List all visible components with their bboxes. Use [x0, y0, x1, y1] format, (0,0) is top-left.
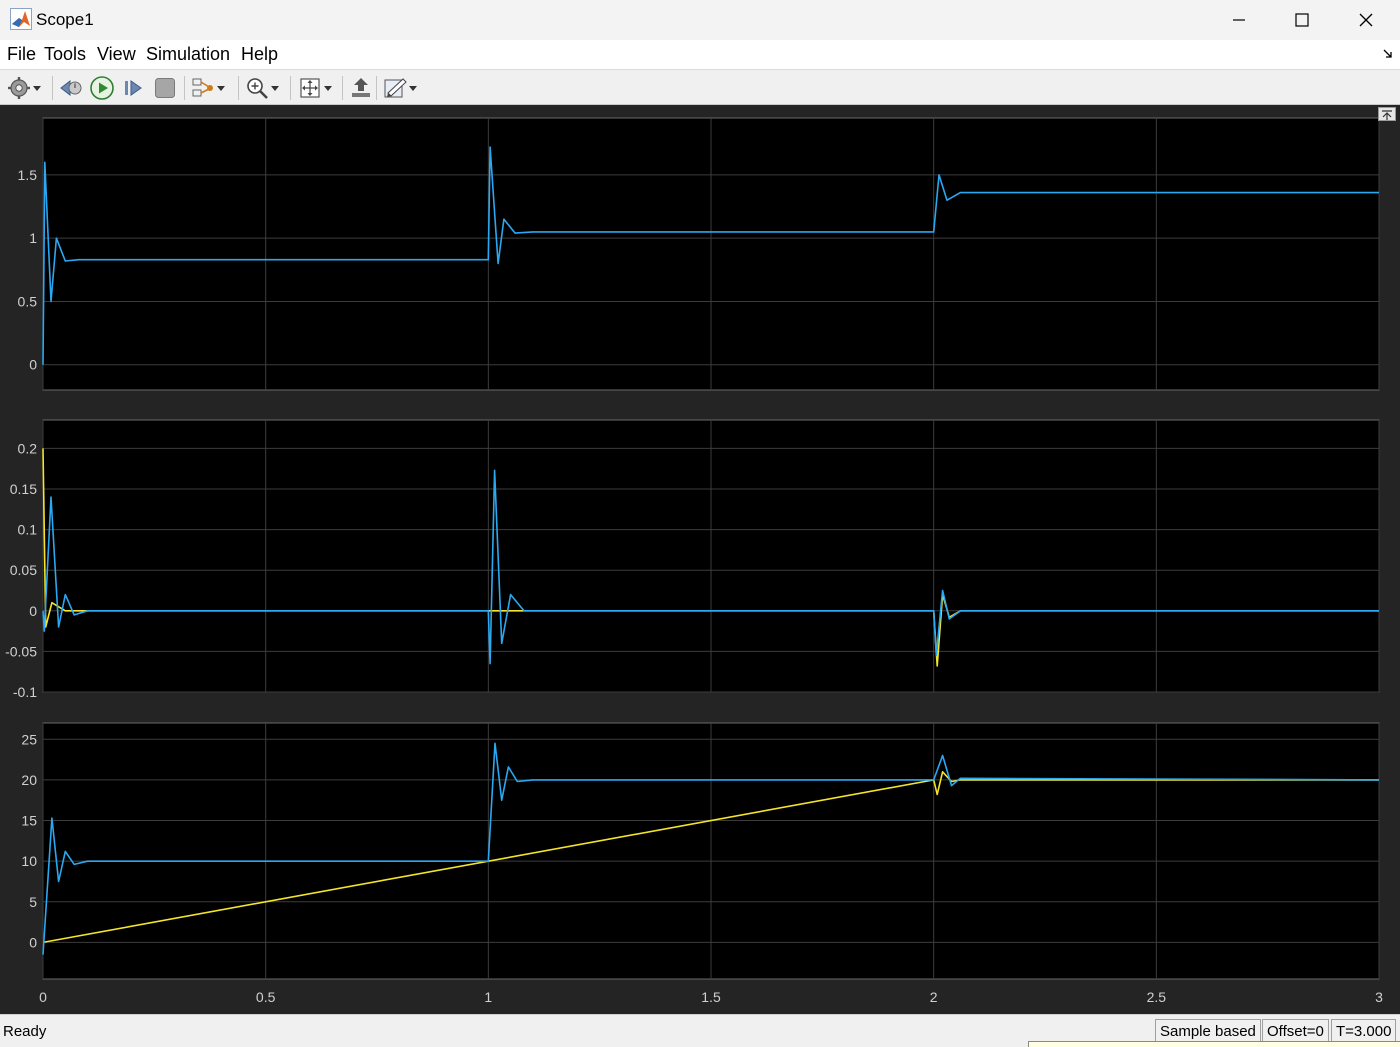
toolbar-separator — [290, 76, 291, 100]
toolbar-separator — [376, 76, 377, 100]
y-tick-label: 10 — [21, 853, 37, 869]
y-tick-label: 0.1 — [18, 522, 38, 538]
step-back-icon — [60, 79, 82, 97]
axes-panel-2: -0.1 -0.05 0 0.05 0.1 0.15 0.2 — [5, 419, 1380, 700]
gear-icon — [8, 77, 30, 99]
close-button[interactable] — [1335, 0, 1397, 40]
offset-indicator: Offset=0 — [1262, 1019, 1329, 1043]
y-tick-label: 0.5 — [18, 293, 38, 309]
undock-button[interactable] — [1378, 107, 1396, 121]
toolbar-separator — [184, 76, 185, 100]
signal-selection-icon — [192, 78, 213, 97]
y-tick-label: 0.2 — [18, 440, 38, 456]
zoom-icon — [247, 78, 268, 99]
close-icon — [1359, 13, 1373, 27]
window-title: Scope1 — [36, 10, 94, 29]
zoom-button[interactable] — [244, 75, 280, 101]
y-tick-label: 1.5 — [18, 167, 38, 183]
y-tick-label: 25 — [21, 731, 37, 747]
scope-plots[interactable]: 00.511.5-0.1-0.0500.050.10.150.205101520… — [0, 105, 1400, 1014]
sample-mode-indicator: Sample based — [1155, 1019, 1261, 1043]
y-tick-label: 0 — [29, 934, 37, 950]
toolbar — [0, 69, 1400, 105]
y-tick-label: 0.15 — [10, 481, 37, 497]
minimize-icon — [1233, 19, 1245, 21]
chevron-down-icon — [271, 85, 279, 91]
x-tick-label: 1 — [484, 989, 492, 1005]
step-forward-button[interactable] — [120, 75, 146, 101]
chevron-down-icon — [217, 85, 225, 91]
y-tick-label: 0.05 — [10, 562, 37, 578]
measurement-dropdown[interactable] — [408, 75, 418, 101]
chevron-down-icon — [324, 85, 332, 91]
signal-selection-button[interactable] — [190, 75, 226, 101]
y-tick-label: -0.05 — [5, 643, 37, 659]
x-tick-label: 1.5 — [701, 989, 721, 1005]
measurement-button[interactable] — [382, 75, 418, 101]
x-tick-label: 3 — [1375, 989, 1383, 1005]
toolbar-separator — [238, 76, 239, 100]
menu-file[interactable]: File — [7, 44, 36, 65]
scope-plot-area: 0 0.5 1 1.5 -0.1 -0.05 0 0.05 0.1 0.15 0.2 0 5 10 15 20… — [0, 105, 1400, 1014]
signal-selection-dropdown[interactable] — [216, 75, 226, 101]
run-icon — [90, 76, 114, 100]
toolbar-separator — [342, 76, 343, 100]
restore-layout-icon — [352, 78, 370, 97]
menu-view[interactable]: View — [97, 44, 136, 65]
tooltip — [1028, 1041, 1400, 1047]
restore-layout-button[interactable] — [348, 75, 374, 101]
status-text: Ready — [3, 1023, 47, 1040]
autoscale-dropdown[interactable] — [323, 75, 333, 101]
autoscale-button[interactable] — [297, 75, 333, 101]
stop-button[interactable] — [152, 75, 178, 101]
toolbar-separator — [52, 76, 53, 100]
stop-icon — [155, 78, 175, 98]
measurement-icon — [384, 78, 407, 98]
chevron-down-icon — [409, 85, 417, 91]
menu-help[interactable]: Help — [241, 44, 278, 65]
chevron-down-icon — [33, 85, 41, 91]
x-tick-label: 0 — [39, 989, 47, 1005]
x-tick-label: 2 — [930, 989, 938, 1005]
title-bar[interactable]: Scope1 — [0, 0, 1400, 40]
y-tick-label: 0 — [29, 357, 37, 373]
settings-dropdown[interactable] — [32, 75, 42, 101]
maximize-button[interactable] — [1271, 0, 1333, 40]
axes-panel-1: 0 0.5 1 1.5 — [18, 117, 1380, 391]
scope-window: Scope1 File Tools View Simulation Help 0… — [0, 0, 1400, 1047]
axes-panel-3: 0 5 10 15 20 25 0 0.5 1 1.5 2 2.5 3 — [21, 722, 1383, 1005]
y-tick-label: 20 — [21, 772, 37, 788]
x-tick-label: 2.5 — [1147, 989, 1167, 1005]
menu-tools[interactable]: Tools — [44, 44, 86, 65]
menu-simulation[interactable]: Simulation — [146, 44, 230, 65]
matlab-icon — [10, 8, 32, 30]
step-forward-icon — [125, 80, 142, 96]
y-tick-label: 1 — [29, 230, 37, 246]
y-tick-label: 5 — [29, 894, 37, 910]
autoscale-icon — [300, 78, 320, 98]
maximize-icon — [1295, 13, 1309, 27]
minimize-button[interactable] — [1208, 0, 1270, 40]
zoom-dropdown[interactable] — [270, 75, 280, 101]
y-tick-label: 15 — [21, 813, 37, 829]
dock-arrow-icon[interactable] — [1382, 48, 1394, 60]
x-tick-label: 0.5 — [256, 989, 276, 1005]
menu-bar: File Tools View Simulation Help — [0, 40, 1400, 69]
run-button[interactable] — [89, 75, 115, 101]
settings-button[interactable] — [6, 75, 42, 101]
time-indicator: T=3.000 — [1331, 1019, 1397, 1043]
undock-icon — [1382, 110, 1392, 120]
step-back-button[interactable] — [58, 75, 84, 101]
y-tick-label: -0.1 — [13, 684, 37, 700]
y-tick-label: 0 — [29, 603, 37, 619]
